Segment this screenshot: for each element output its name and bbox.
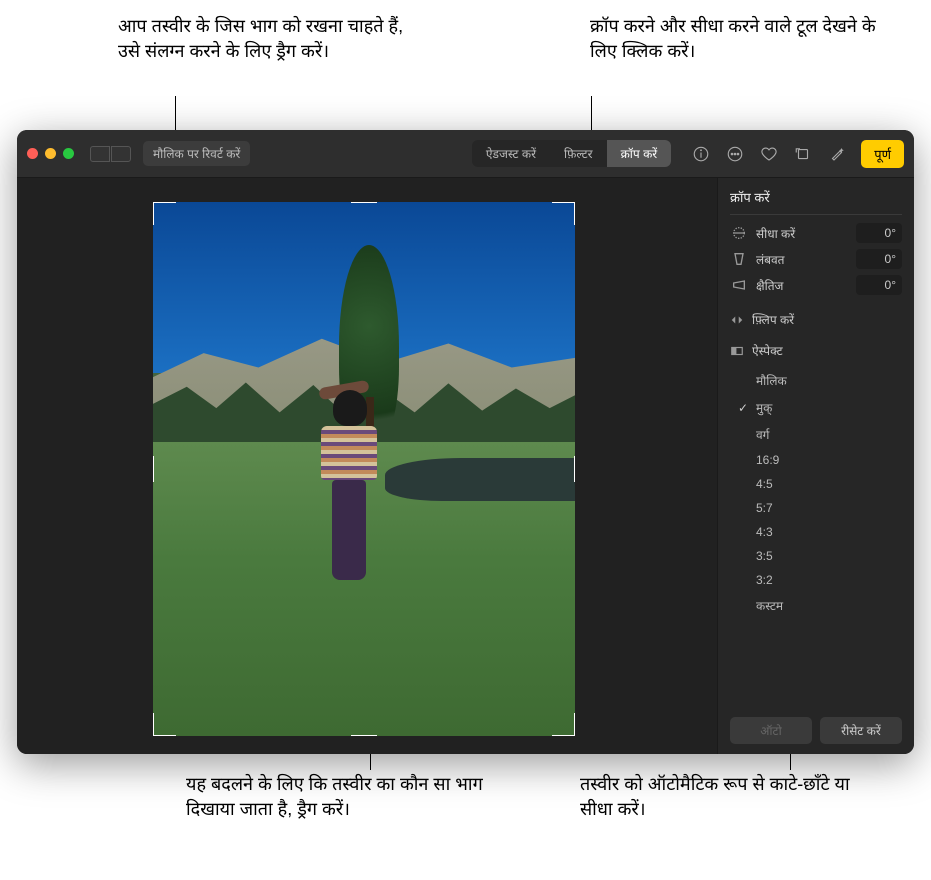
window-controls [27, 148, 74, 159]
rotate-icon[interactable] [793, 144, 813, 164]
done-button[interactable]: पूर्ण [861, 140, 904, 168]
photo-person [313, 394, 385, 629]
aspect-16-9[interactable]: 16:9 [756, 448, 902, 472]
horizontal-label: क्षैतिज [756, 277, 848, 294]
minimize-button[interactable] [45, 148, 56, 159]
enhance-icon[interactable] [827, 144, 847, 164]
panel-title: क्रॉप करें [730, 188, 902, 215]
aspect-5-7[interactable]: 5:7 [756, 496, 902, 520]
photos-edit-window: मौलिक पर रिवर्ट करें ऐडजस्ट करें फ़िल्टर… [17, 130, 914, 754]
tab-filter[interactable]: फ़िल्टर [550, 140, 607, 167]
aspect-original[interactable]: मौलिक [756, 367, 902, 394]
aspect-square[interactable]: वर्ग [756, 421, 902, 448]
aspect-free[interactable]: मुक् [756, 394, 902, 421]
straighten-icon [730, 225, 748, 241]
sidebar-toggle-right[interactable] [111, 146, 131, 162]
crop-handle-bottom[interactable] [351, 713, 377, 736]
auto-button[interactable]: ऑटो [730, 717, 812, 744]
crop-handle-right[interactable] [552, 456, 575, 482]
aspect-3-2[interactable]: 3:2 [756, 568, 902, 592]
more-icon[interactable] [725, 144, 745, 164]
straighten-label: सीधा करें [756, 225, 848, 242]
info-icon[interactable] [691, 144, 711, 164]
horizontal-perspective-icon [730, 277, 748, 293]
vertical-label: लंबवत [756, 251, 848, 268]
tab-crop[interactable]: क्रॉप करें [607, 140, 672, 167]
callout-drag-enclose: आप तस्वीर के जिस भाग को रखना चाहते हैं, … [118, 14, 418, 64]
straighten-row[interactable]: सीधा करें 0° [730, 223, 902, 243]
callout-crop-tools: क्रॉप करने और सीधा करने वाले टूल देखने क… [590, 14, 890, 64]
flip-button[interactable]: फ़्लिप करें [730, 311, 902, 328]
aspect-list: मौलिक मुक् वर्ग 16:9 4:5 5:7 4:3 3:5 3:2… [756, 367, 902, 619]
crop-handle-left[interactable] [153, 456, 176, 482]
sidebar-toggle-group [90, 146, 131, 162]
callout-auto: तस्वीर को ऑटोमैटिक रूप से काटे-छाँटे या … [580, 772, 880, 822]
crop-handle-bottom-right[interactable] [552, 713, 575, 736]
aspect-4-5[interactable]: 4:5 [756, 472, 902, 496]
crop-rectangle[interactable] [153, 202, 575, 736]
aspect-header[interactable]: ऐस्पेक्ट [730, 342, 902, 359]
vertical-perspective-icon [730, 251, 748, 267]
vertical-value[interactable]: 0° [856, 249, 902, 269]
crop-handle-bottom-left[interactable] [153, 713, 176, 736]
horizontal-row[interactable]: क्षैतिज 0° [730, 275, 902, 295]
reset-button[interactable]: रीसेट करें [820, 717, 902, 744]
aspect-3-5[interactable]: 3:5 [756, 544, 902, 568]
flip-label: फ़्लिप करें [752, 311, 794, 328]
toolbar: मौलिक पर रिवर्ट करें ऐडजस्ट करें फ़िल्टर… [17, 130, 914, 178]
aspect-label: ऐस्पेक्ट [752, 342, 783, 359]
callout-reposition: यह बदलने के लिए कि तस्वीर का कौन सा भाग … [186, 772, 486, 822]
horizontal-value[interactable]: 0° [856, 275, 902, 295]
canvas-area [17, 178, 717, 754]
tab-adjust[interactable]: ऐडजस्ट करें [472, 140, 550, 167]
main-area: क्रॉप करें सीधा करें 0° लंबवत 0° क्षैतिज… [17, 178, 914, 754]
crop-panel: क्रॉप करें सीधा करें 0° लंबवत 0° क्षैतिज… [717, 178, 914, 754]
sidebar-toggle-left[interactable] [90, 146, 110, 162]
crop-handle-top-left[interactable] [153, 202, 176, 225]
maximize-button[interactable] [63, 148, 74, 159]
edit-mode-tabs: ऐडजस्ट करें फ़िल्टर क्रॉप करें [472, 140, 671, 167]
aspect-4-3[interactable]: 4:3 [756, 520, 902, 544]
revert-to-original-button[interactable]: मौलिक पर रिवर्ट करें [143, 141, 250, 166]
close-button[interactable] [27, 148, 38, 159]
vertical-row[interactable]: लंबवत 0° [730, 249, 902, 269]
aspect-custom[interactable]: कस्टम [756, 592, 902, 619]
photo-water [385, 458, 575, 501]
straighten-value[interactable]: 0° [856, 223, 902, 243]
crop-handle-top[interactable] [351, 202, 377, 225]
crop-handle-top-right[interactable] [552, 202, 575, 225]
favorite-icon[interactable] [759, 144, 779, 164]
